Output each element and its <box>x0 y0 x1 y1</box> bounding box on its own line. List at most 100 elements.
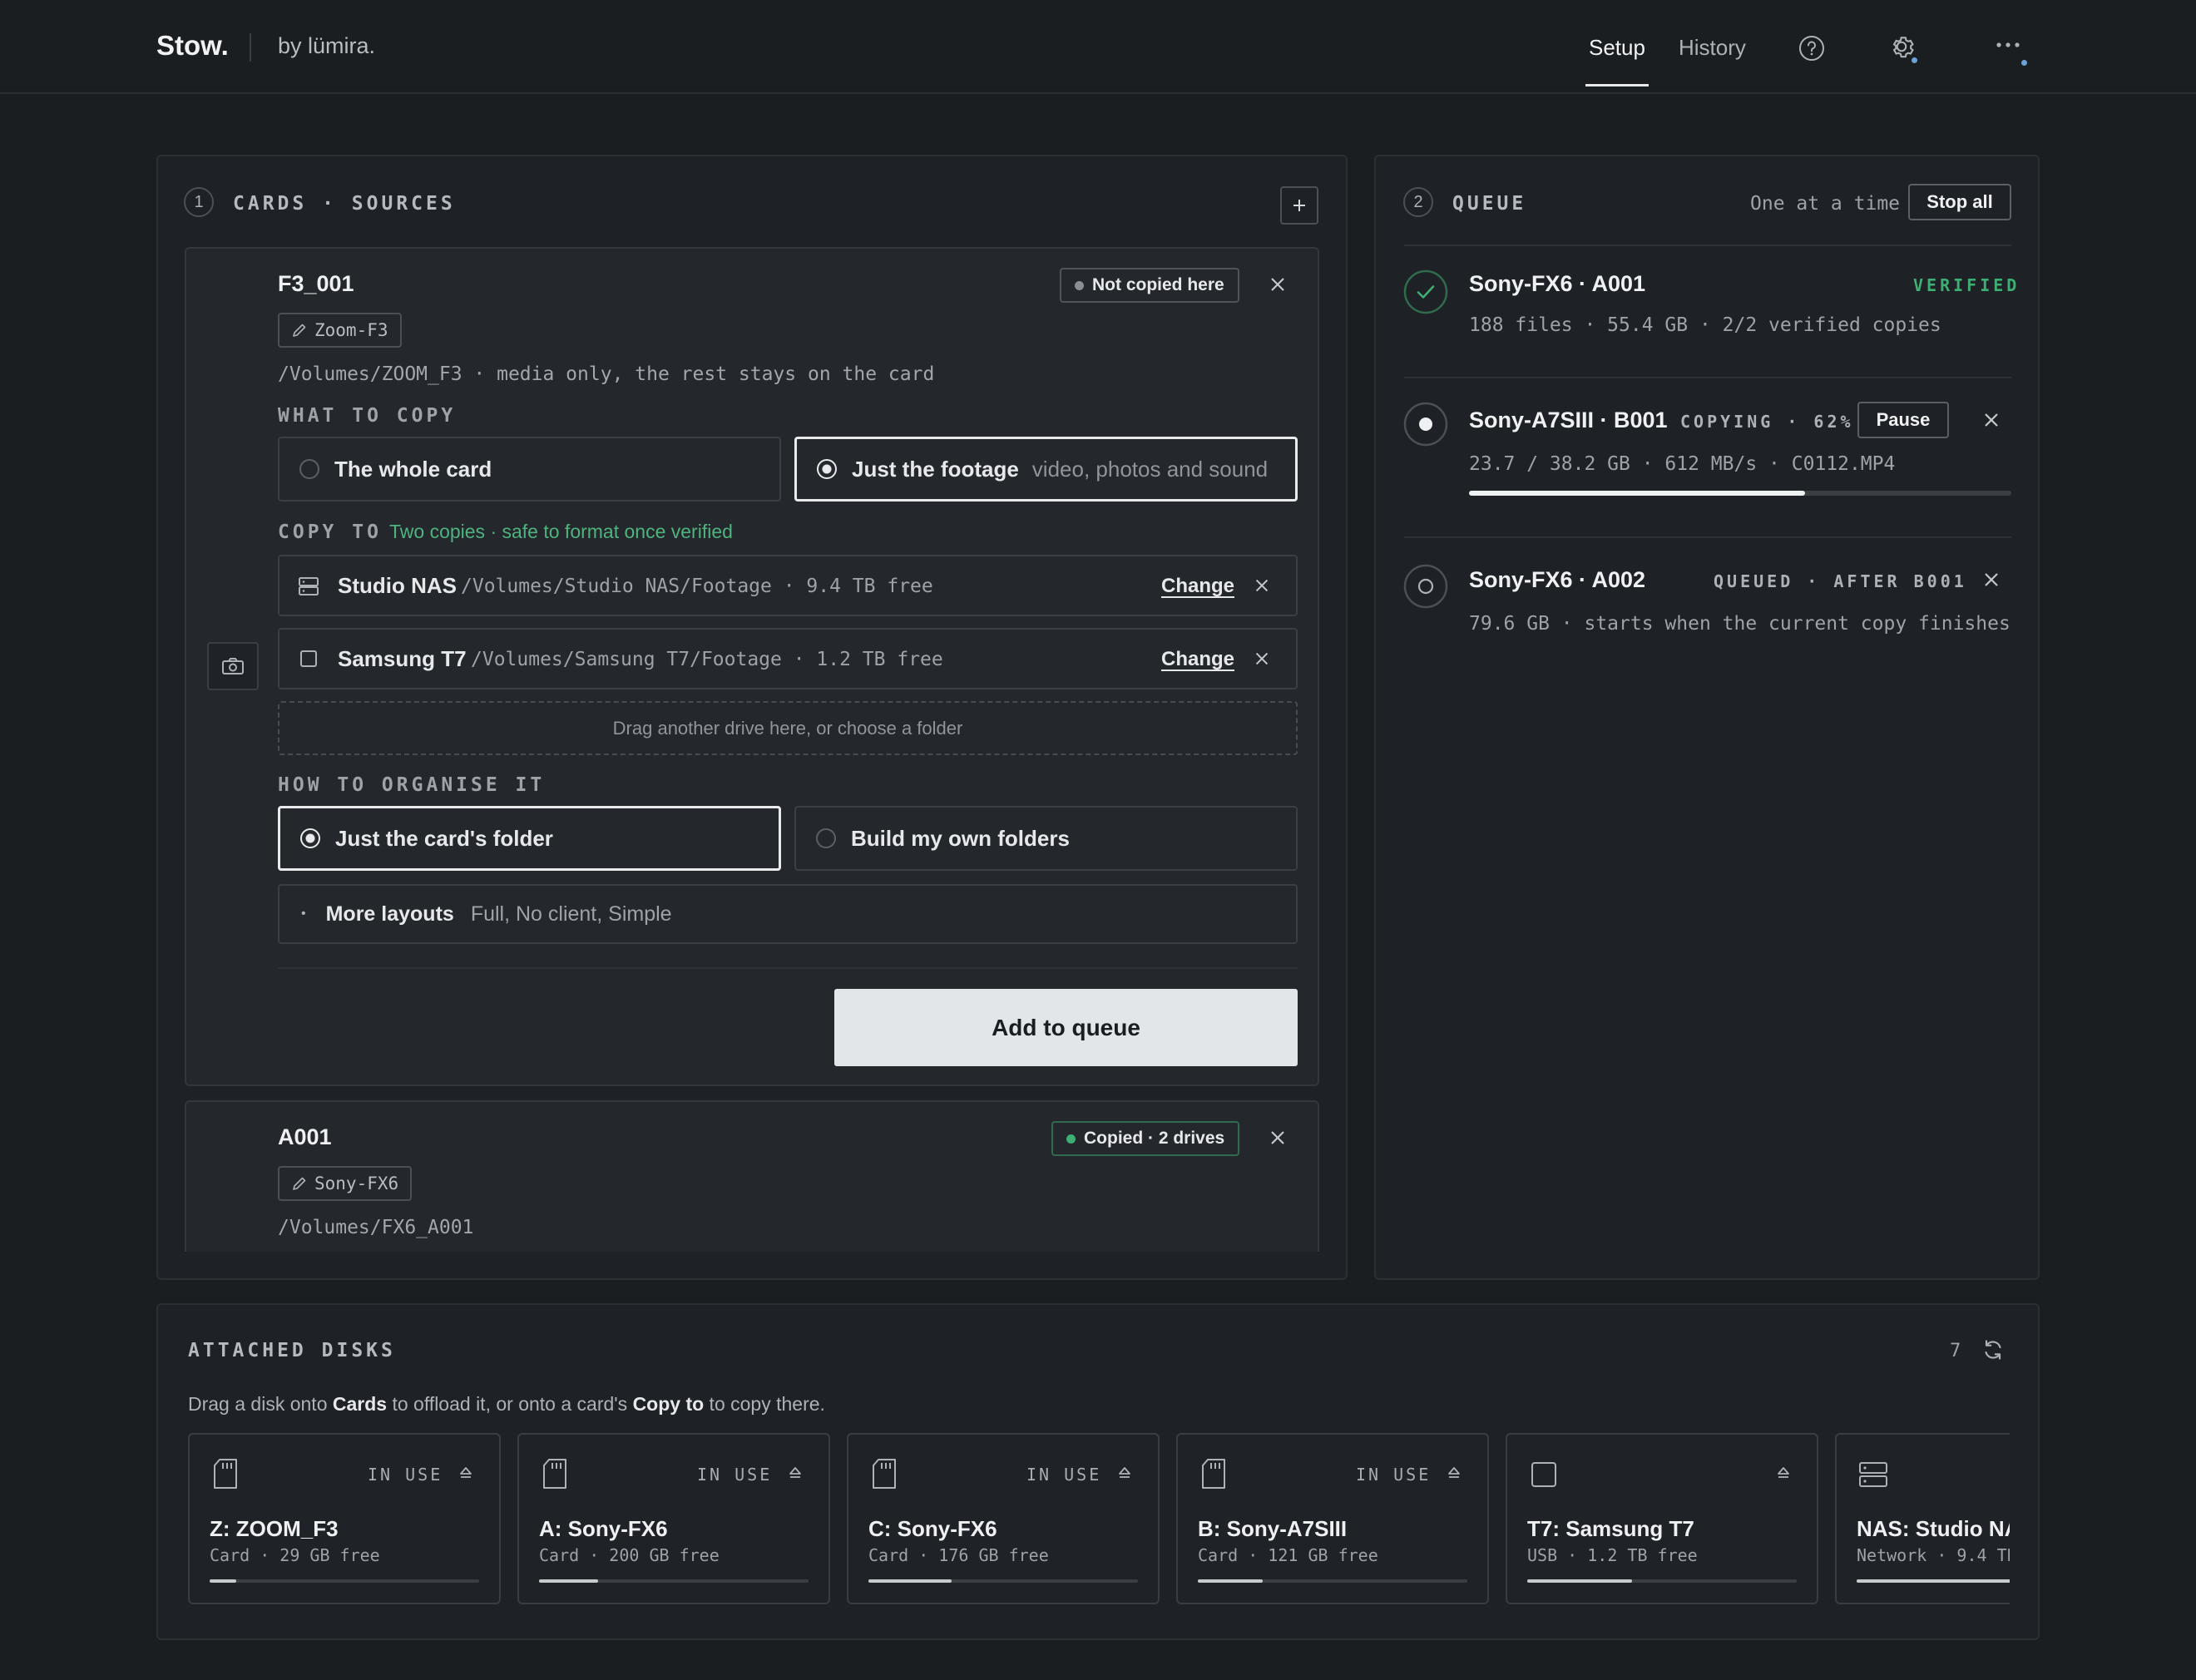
drive-icon <box>299 650 318 668</box>
organise-label: HOW TO ORGANISE IT <box>278 774 546 796</box>
queue-divider <box>1404 377 2011 378</box>
close-icon <box>1255 579 1269 592</box>
step-number: 1 <box>184 187 214 217</box>
queue-mode[interactable]: One at a time <box>1750 193 1900 215</box>
tab-history[interactable]: History <box>1679 35 1746 61</box>
copying-status-icon <box>1403 402 1448 447</box>
status-text: Copied · 2 drives <box>1084 1129 1225 1148</box>
stop-all-button[interactable]: Stop all <box>1908 184 2011 220</box>
progress-track <box>1469 491 2011 496</box>
queue-item-title: Sony-A7SIII · B001 <box>1469 408 1668 432</box>
add-to-queue-button[interactable]: Add to queue <box>834 989 1298 1066</box>
remove-destination-button[interactable] <box>1253 576 1271 595</box>
card-drag-handle[interactable] <box>207 642 259 690</box>
close-icon <box>1271 278 1284 291</box>
help-icon[interactable] <box>1798 35 1825 62</box>
pause-button[interactable]: Pause <box>1857 402 1949 438</box>
refresh-icon <box>1985 1340 2001 1360</box>
queue-divider <box>1404 245 2011 246</box>
what-to-copy-label: WHAT TO COPY <box>278 405 457 427</box>
option-whole-card[interactable]: The whole card <box>278 437 781 502</box>
option-label: Just the footage <box>852 456 1019 482</box>
hint-copy-to: Copy to <box>632 1393 705 1415</box>
radio-selected-icon <box>817 459 837 479</box>
option-own-folders[interactable]: Build my own folders <box>794 806 1298 871</box>
tab-setup[interactable]: Setup <box>1589 35 1645 61</box>
step-number: 2 <box>1403 187 1433 217</box>
sources-title: CARDS · SOURCES <box>233 193 456 215</box>
app-header: Stow. by lümira. Setup History <box>0 0 2196 94</box>
hint-text: to offload it, or onto a card's <box>387 1393 633 1415</box>
queue-item-title: Sony-FX6 · A002 <box>1469 567 1646 592</box>
remove-card-button[interactable] <box>1268 1128 1288 1148</box>
brand-logo: Stow. <box>156 30 229 61</box>
brand-byline: by lümira. <box>278 33 376 58</box>
card-path: /Volumes/ZOOM_F3 · media only, the rest … <box>278 363 935 385</box>
card-label-chip[interactable]: Zoom-F3 <box>278 313 402 348</box>
server-icon <box>298 576 319 596</box>
more-icon[interactable] <box>1995 40 2021 50</box>
plus-icon <box>1293 200 1305 211</box>
disks-panel: ATTACHED DISKS 7 Drag a disk onto Cards … <box>156 1303 2040 1640</box>
hint-text: to copy there. <box>704 1393 825 1415</box>
status-badge: Copied · 2 drives <box>1051 1121 1240 1156</box>
copy-to-label: COPY TO <box>278 521 382 543</box>
refresh-button[interactable] <box>1981 1338 2005 1361</box>
status-dot <box>1066 1134 1076 1144</box>
source-card-clip: A001 Sony-FX6 Copied · 2 drives /Volumes… <box>185 1100 1319 1252</box>
close-icon <box>1985 573 1998 586</box>
card-label-chip[interactable]: Sony-FX6 <box>278 1166 413 1201</box>
progress-fill <box>1469 491 1806 496</box>
queue-item-status: QUEUED · AFTER B001 <box>1714 571 1967 591</box>
brand-divider <box>250 33 251 62</box>
queue-title: QUEUE <box>1452 193 1527 215</box>
more-layouts-sub: Full, No client, Simple <box>470 902 672 926</box>
queue-item-detail: 188 files · 55.4 GB · 2/2 verified copie… <box>1469 314 1941 336</box>
card-label-text: Zoom-F3 <box>314 320 388 340</box>
copy-to-note: Two copies · safe to format once verifie… <box>389 521 733 542</box>
more-layouts-toggle[interactable]: • More layouts Full, No client, Simple <box>278 884 1298 944</box>
destination-dropzone[interactable]: Drag another drive here, or choose a fol… <box>278 701 1298 755</box>
hint-cards: Cards <box>332 1393 388 1415</box>
queue-item-status: VERIFIED <box>1913 275 2020 295</box>
status-text: Not copied here <box>1092 275 1224 294</box>
destination-path: /Volumes/Samsung T7/Footage · 1.2 TB fre… <box>471 649 943 670</box>
status-badge: Not copied here <box>1060 268 1239 303</box>
destination-name: Samsung T7 <box>338 646 467 671</box>
option-label: Just the card's folder <box>335 825 553 851</box>
more-layouts-label: More layouts <box>325 902 454 926</box>
remove-queue-item-button[interactable] <box>1981 410 2001 430</box>
destination-path: /Volumes/Studio NAS/Footage · 9.4 TB fre… <box>461 576 933 597</box>
remove-destination-button[interactable] <box>1253 650 1271 668</box>
option-label: The whole card <box>334 456 492 482</box>
radio-icon <box>299 459 319 479</box>
option-card-folder[interactable]: Just the card's folder <box>278 806 781 871</box>
queue-item-title: Sony-FX6 · A001 <box>1469 271 1646 296</box>
camera-icon <box>222 658 244 674</box>
bullet-icon: • <box>301 907 306 921</box>
card-name: F3_001 <box>278 271 354 296</box>
verified-check-icon <box>1403 269 1448 314</box>
disks-hint: Drag a disk onto Cards to offload it, or… <box>188 1393 825 1416</box>
hint-text: Drag a disk onto <box>188 1393 333 1415</box>
pencil-icon <box>293 1177 306 1190</box>
add-source-button[interactable] <box>1280 186 1318 225</box>
destination-row[interactable]: Studio NAS /Volumes/Studio NAS/Footage ·… <box>278 555 1298 616</box>
queue-panel: 2 QUEUE One at a time Stop all Sony-FX6 … <box>1374 155 2040 1280</box>
change-destination-link[interactable]: Change <box>1161 575 1234 598</box>
more-notification-dot <box>2021 60 2027 66</box>
queue-item-detail: 23.7 / 38.2 GB · 612 MB/s · C0112.MP4 <box>1469 453 1896 475</box>
option-label: Build my own folders <box>851 825 1070 851</box>
card-name: A001 <box>278 1124 332 1149</box>
queue-divider <box>1404 536 2011 538</box>
destination-name: Studio NAS <box>338 573 457 598</box>
destination-row[interactable]: Samsung T7 /Volumes/Samsung T7/Footage ·… <box>278 628 1298 689</box>
card-path: /Volumes/FX6_A001 <box>278 1217 474 1238</box>
close-icon <box>1985 413 1998 427</box>
option-just-footage[interactable]: Just the footage video, photos and sound <box>794 437 1298 502</box>
remove-card-button[interactable] <box>1268 274 1288 294</box>
change-destination-link[interactable]: Change <box>1161 648 1234 671</box>
queue-item-status: COPYING · 62% <box>1680 412 1854 432</box>
tab-setup-underline <box>1585 84 1649 86</box>
remove-queue-item-button[interactable] <box>1981 570 2001 590</box>
